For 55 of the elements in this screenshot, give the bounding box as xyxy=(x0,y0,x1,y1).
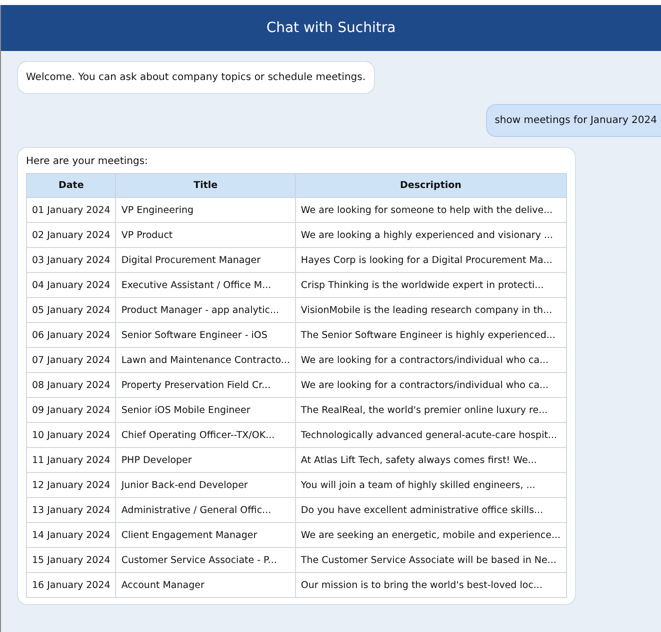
table-cell: Do you have excellent administrative office skills... xyxy=(295,498,566,522)
table-cell: 10 January 2024 xyxy=(26,422,116,448)
table-cell: Technologically advanced general-acute-care hospit... xyxy=(295,422,566,448)
table-cell: We are looking for someone to help with the delive... xyxy=(295,198,566,222)
table-cell: At Atlas Lift Tech, safety always comes first! We... xyxy=(295,448,566,472)
table-cell: Executive Assistant / Office M... xyxy=(116,272,296,298)
table-cell: Junior Back-end Developer xyxy=(116,472,296,498)
chat-title: Chat with Suchitra xyxy=(1,5,661,51)
table-cell: 01 January 2024 xyxy=(26,198,116,222)
table-cell: Senior iOS Mobile Engineer xyxy=(116,398,296,422)
table-cell: 04 January 2024 xyxy=(26,272,116,298)
table-cell: Client Engagement Manager xyxy=(116,522,296,548)
table-cell: We are seeking an energetic, mobile and experience... xyxy=(295,522,566,548)
user-message: show meetings for January 2024 xyxy=(486,104,661,137)
table-cell: Hayes Corp is looking for a Digital Procurement Ma... xyxy=(295,248,566,272)
table-cell: Lawn and Maintenance Contracto... xyxy=(116,348,296,372)
table-cell: 02 January 2024 xyxy=(26,222,116,248)
table-cell: 14 January 2024 xyxy=(26,522,116,548)
table-cell: 09 January 2024 xyxy=(26,398,116,422)
table-cell: The RealReal, the world's premier online luxury re... xyxy=(295,398,566,422)
table-cell: Product Manager - app analytic... xyxy=(116,298,296,322)
bot-message: Welcome. You can ask about company topics or schedule meetings. xyxy=(17,61,375,94)
table-cell: VP Product xyxy=(116,222,296,248)
table-cell: PHP Developer xyxy=(116,448,296,472)
table-cell: VisionMobile is the leading research company in th... xyxy=(295,298,566,322)
table-cell: 13 January 2024 xyxy=(26,498,116,522)
table-cell: 16 January 2024 xyxy=(26,572,116,598)
table-cell: 06 January 2024 xyxy=(26,322,116,348)
table-cell: 08 January 2024 xyxy=(26,372,116,398)
table-cell: VP Engineering xyxy=(116,198,296,222)
column-header: Title xyxy=(116,174,296,198)
table-cell: The Customer Service Associate will be based in Ne... xyxy=(295,548,566,572)
column-header: Date xyxy=(26,174,116,198)
table-cell: Customer Service Associate - P... xyxy=(116,548,296,572)
table-cell: Account Manager xyxy=(116,572,296,598)
table-cell: We are looking a highly experienced and visionary ... xyxy=(295,222,566,248)
table-cell: The Senior Software Engineer is highly experienced... xyxy=(295,322,566,348)
table-cell: Administrative / General Offic... xyxy=(116,498,296,522)
message-text: Here are your meetings: xyxy=(26,156,149,167)
table-cell: We are looking for a contractors/individual who ca... xyxy=(295,372,566,398)
table-cell: You will join a team of highly skilled engineers, ... xyxy=(295,472,566,498)
column-header: Description xyxy=(295,174,566,198)
table-cell: 07 January 2024 xyxy=(26,348,116,372)
table-cell: 05 January 2024 xyxy=(26,298,116,322)
table-cell: 03 January 2024 xyxy=(26,248,116,272)
table-cell: Digital Procurement Manager xyxy=(116,248,296,272)
table-cell: We are looking for a contractors/individual who ca... xyxy=(295,348,566,372)
table-cell: 11 January 2024 xyxy=(26,448,116,472)
table-cell: 12 January 2024 xyxy=(26,472,116,498)
table-cell: 15 January 2024 xyxy=(26,548,116,572)
table-cell: Senior Software Engineer - iOS xyxy=(116,322,296,348)
table-cell: Crisp Thinking is the worldwide expert in protecti... xyxy=(295,272,566,298)
table-cell: Property Preservation Field Cr... xyxy=(116,372,296,398)
table-cell: Our mission is to bring the world's best-loved loc... xyxy=(295,572,566,598)
table-cell: Chief Operating Officer--TX/OK... xyxy=(116,422,296,448)
